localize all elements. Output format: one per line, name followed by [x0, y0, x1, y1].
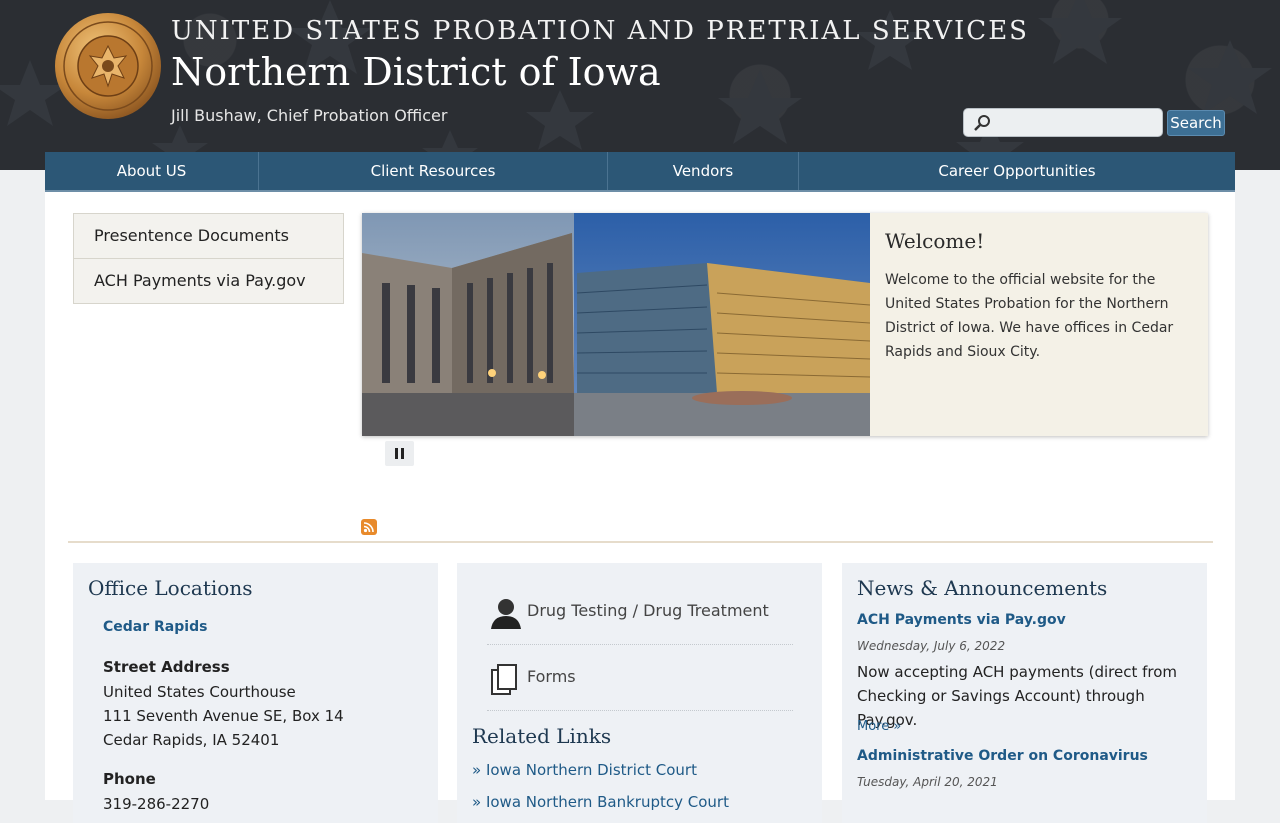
probation-seal-icon — [55, 13, 161, 119]
sidebar-menu: Presentence Documents ACH Payments via P… — [73, 213, 344, 304]
nav-vendors[interactable]: Vendors — [608, 152, 799, 190]
link-label: Forms — [527, 667, 576, 686]
rss-feed-icon[interactable] — [361, 519, 377, 535]
nav-career-opportunities[interactable]: Career Opportunities — [799, 152, 1235, 190]
phone-label: Phone — [103, 770, 156, 788]
slider-pause-button[interactable] — [385, 441, 414, 466]
phone-number: 319-286-2270 — [103, 795, 210, 813]
address-line: Cedar Rapids, IA 52401 — [103, 731, 280, 749]
news-item-date: Tuesday, April 20, 2021 — [857, 775, 998, 789]
address-line: 111 Seventh Avenue SE, Box 14 — [103, 707, 344, 725]
search-button[interactable]: Search — [1167, 110, 1225, 136]
search-input[interactable] — [963, 108, 1163, 137]
sidebar-item-ach-payments[interactable]: ACH Payments via Pay.gov — [74, 259, 343, 303]
person-icon — [491, 599, 521, 629]
search-icon — [974, 115, 990, 131]
section-divider — [68, 541, 1213, 543]
chief-officer: Jill Bushaw, Chief Probation Officer — [171, 106, 448, 125]
link-forms[interactable]: Forms — [487, 644, 793, 711]
welcome-title: Welcome! — [885, 229, 985, 253]
news-item-title[interactable]: Administrative Order on Coronavirus — [857, 748, 1148, 764]
street-address-label: Street Address — [103, 658, 230, 676]
nav-client-resources[interactable]: Client Resources — [259, 152, 608, 190]
nav-about-us[interactable]: About US — [45, 152, 259, 190]
related-link-district-court[interactable]: » Iowa Northern District Court — [472, 761, 697, 779]
related-links-heading: Related Links — [472, 724, 612, 748]
news-more-link[interactable]: More » — [857, 719, 901, 734]
news-item-body: Now accepting ACH payments (direct from … — [857, 663, 1178, 729]
main-nav: About US Client Resources Vendors Career… — [45, 152, 1235, 192]
news-item-title[interactable]: ACH Payments via Pay.gov — [857, 612, 1066, 628]
quick-links-panel: Drug Testing / Drug Treatment Forms Rela… — [457, 563, 822, 823]
link-drug-testing[interactable]: Drug Testing / Drug Treatment — [487, 578, 793, 645]
pause-icon — [395, 448, 398, 459]
courthouse-photo — [362, 213, 870, 436]
link-label: Drug Testing / Drug Treatment — [527, 601, 769, 620]
welcome-slider: Welcome! Welcome to the official website… — [362, 213, 1208, 436]
related-link-bankruptcy-court[interactable]: » Iowa Northern Bankruptcy Court — [472, 793, 729, 811]
news-panel: News & Announcements ACH Payments via Pa… — [842, 563, 1207, 823]
office-locations-heading: Office Locations — [88, 576, 253, 600]
address-line: United States Courthouse — [103, 683, 296, 701]
office-city-link[interactable]: Cedar Rapids — [103, 619, 207, 635]
welcome-text: Welcome to the official website for the … — [885, 272, 1174, 360]
site-header: UNITED STATES PROBATION AND PRETRIAL SER… — [0, 0, 1280, 170]
district-title[interactable]: Northern District of Iowa — [171, 50, 661, 94]
documents-icon — [491, 664, 517, 695]
office-locations-panel: Office Locations Cedar Rapids Street Add… — [73, 563, 438, 823]
news-heading: News & Announcements — [857, 576, 1108, 600]
sidebar-item-presentence-documents[interactable]: Presentence Documents — [74, 214, 343, 259]
agency-title: UNITED STATES PROBATION AND PRETRIAL SER… — [171, 16, 1029, 46]
news-item-date: Wednesday, July 6, 2022 — [857, 639, 1006, 653]
